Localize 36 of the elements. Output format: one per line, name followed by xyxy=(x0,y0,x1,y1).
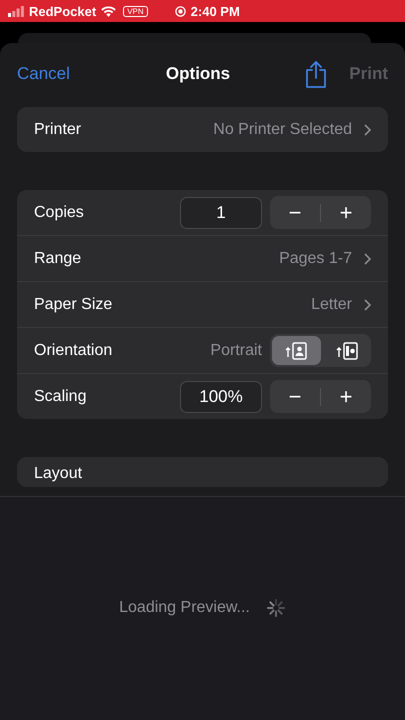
record-icon xyxy=(174,6,186,16)
landscape-icon xyxy=(336,342,358,360)
decrement-button[interactable]: − xyxy=(270,380,320,413)
row-label: Layout xyxy=(34,465,82,482)
row-value: Letter xyxy=(311,296,352,314)
wifi-icon xyxy=(101,6,116,16)
printer-row[interactable]: Printer No Printer Selected xyxy=(17,107,388,152)
portrait-icon xyxy=(285,342,308,360)
row-label: Range xyxy=(34,250,82,268)
row-label: Paper Size xyxy=(34,296,112,314)
chevron-icon xyxy=(364,252,371,264)
row-value: Pages 1-7 xyxy=(279,250,352,268)
signal-icon xyxy=(8,6,24,16)
row-label: Orientation xyxy=(34,342,112,360)
carrier-name: RedPocket xyxy=(29,4,96,18)
loading-text: Loading Preview... xyxy=(119,598,250,616)
vpn-badge: VPN xyxy=(123,6,148,16)
chevron-icon xyxy=(364,298,371,310)
value-field[interactable]: 1 xyxy=(180,196,262,228)
decrement-button[interactable]: − xyxy=(270,196,320,229)
layout-row[interactable]: Layout xyxy=(17,457,388,487)
increment-button[interactable]: + xyxy=(321,196,371,229)
value-field[interactable]: 100% xyxy=(180,380,262,412)
sheet-title: Options xyxy=(166,64,230,84)
portrait-button[interactable] xyxy=(272,336,320,365)
row-value: No Printer Selected xyxy=(213,120,352,138)
cancel-button[interactable]: Cancel xyxy=(17,64,70,84)
row-label: Copies xyxy=(34,204,84,222)
row-label: Scaling xyxy=(34,388,86,406)
spinner-icon xyxy=(266,598,286,618)
increment-button[interactable]: + xyxy=(321,380,371,413)
row-label: Printer xyxy=(34,120,82,138)
clock-time: 2:40 PM xyxy=(190,4,240,18)
row-value: Portrait xyxy=(210,342,262,360)
chevron-icon xyxy=(364,124,371,136)
share-icon[interactable] xyxy=(305,60,328,88)
